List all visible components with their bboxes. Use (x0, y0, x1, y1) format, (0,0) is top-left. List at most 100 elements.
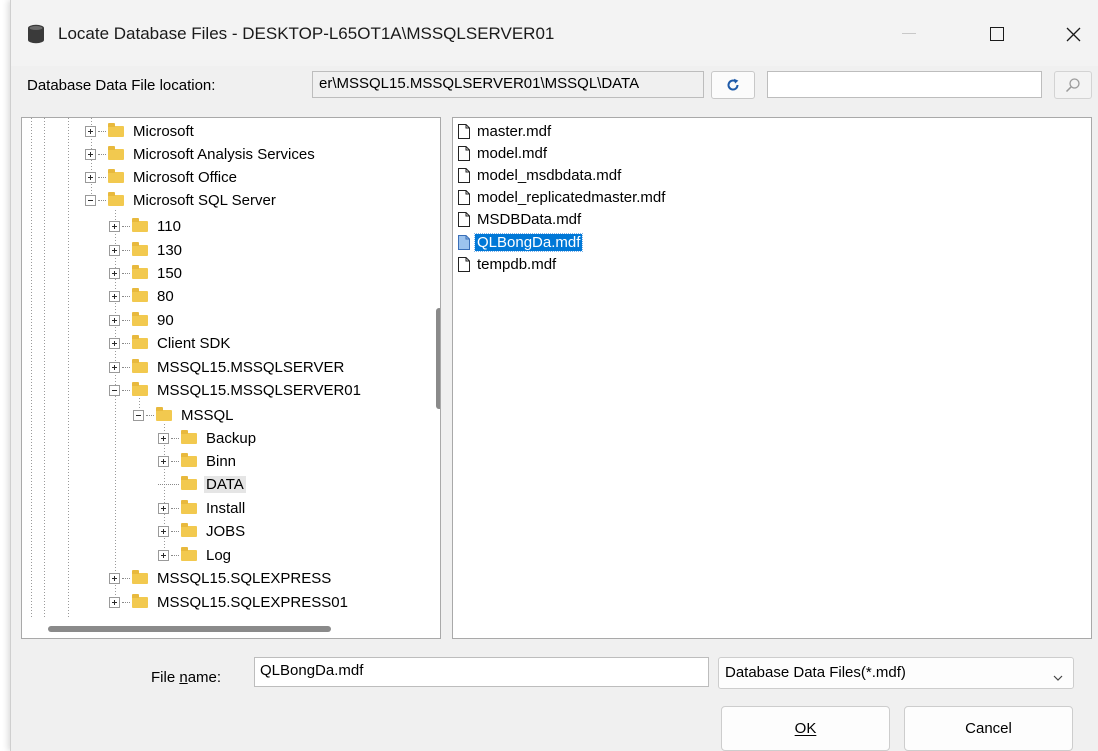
expand-icon[interactable] (109, 314, 120, 326)
maximize-button[interactable] (969, 14, 1025, 54)
tree-vertical-scrollbar[interactable] (436, 308, 440, 409)
tree-item[interactable]: Backup (158, 427, 258, 449)
expand-icon[interactable] (158, 432, 169, 444)
refresh-icon (727, 78, 739, 91)
folder-icon (132, 381, 148, 396)
file-icon (458, 212, 470, 228)
tree-connector (171, 437, 179, 439)
tree-item[interactable]: Microsoft SQL Server (85, 189, 278, 211)
tree-item-label: MSSQL15.MSSQLSERVER01 (157, 381, 361, 399)
tree-item-label: Client SDK (157, 334, 231, 352)
expand-icon[interactable] (158, 455, 169, 467)
file-list[interactable]: master.mdf model.mdf model_msdbdata.mdf mod… (452, 117, 1092, 639)
tree-item[interactable]: MSSQL15.SQLEXPRESS01 (109, 591, 350, 613)
expand-icon[interactable] (85, 125, 96, 137)
file-item[interactable]: tempdb.mdf (458, 253, 558, 275)
tree-item[interactable]: 90 (109, 309, 176, 331)
expand-icon[interactable] (109, 244, 120, 256)
folder-icon (132, 569, 148, 584)
refresh-button[interactable] (711, 71, 755, 99)
search-input[interactable] (767, 71, 1042, 98)
tree-item[interactable]: Client SDK (109, 332, 232, 354)
tree-item[interactable]: Microsoft Office (85, 166, 239, 188)
tree-item[interactable]: MSSQL (133, 404, 236, 426)
file-item[interactable]: QLBongDa.mdf (458, 231, 584, 253)
collapse-icon[interactable] (109, 384, 120, 396)
search-icon (1065, 78, 1080, 93)
tree-item[interactable]: MSSQL15.SQLEXPRESS (109, 567, 333, 589)
tree-item[interactable]: Log (158, 544, 233, 566)
tree-item-label: 80 (157, 287, 174, 305)
tree-item[interactable]: JOBS (158, 520, 247, 542)
folder-icon (132, 241, 148, 256)
tree-item[interactable]: MSSQL15.MSSQLSERVER (109, 356, 346, 378)
file-name-label: File name: (151, 669, 222, 686)
minimize-icon (902, 33, 916, 34)
expand-icon[interactable] (85, 171, 96, 183)
tree-item[interactable]: DATA (158, 473, 246, 495)
file-name-input[interactable]: QLBongDa.mdf (254, 657, 709, 687)
ok-button[interactable]: OK (721, 706, 890, 751)
cancel-label: Cancel (965, 720, 1012, 737)
expand-icon[interactable] (109, 596, 120, 608)
tree-item[interactable]: Microsoft (85, 120, 196, 142)
minimize-button[interactable] (881, 14, 937, 54)
folder-tree[interactable]: Microsoft Microsoft Analysis Services Micr… (21, 117, 441, 639)
tree-item[interactable]: MSSQL15.MSSQLSERVER01 (109, 379, 363, 401)
collapse-icon[interactable] (85, 194, 96, 206)
file-item[interactable]: model_msdbdata.mdf (458, 164, 623, 186)
tree-item-label: DATA (204, 475, 246, 493)
file-icon (458, 167, 470, 183)
tree-item[interactable]: Install (158, 497, 247, 519)
tree-item[interactable]: 80 (109, 285, 176, 307)
title-bar[interactable]: Locate Database Files - DESKTOP-L65OT1A\… (11, 0, 1098, 66)
folder-icon (181, 452, 197, 467)
tree-connector (122, 249, 130, 251)
tree-item[interactable]: 130 (109, 239, 184, 261)
expand-icon[interactable] (158, 525, 169, 537)
file-icon (458, 123, 470, 139)
tree-item-label: 150 (157, 264, 183, 282)
file-icon (458, 190, 470, 206)
file-item-label: tempdb.mdf (477, 255, 557, 273)
tree-item-label: MSSQL15.SQLEXPRESS (157, 569, 332, 587)
tree-item[interactable]: Microsoft Analysis Services (85, 143, 317, 165)
close-button[interactable] (1045, 14, 1098, 54)
file-item[interactable]: model_replicatedmaster.mdf (458, 187, 667, 209)
maximize-icon (990, 27, 1004, 41)
tree-connector (122, 272, 130, 274)
file-icon (458, 234, 470, 250)
folder-icon (181, 546, 197, 561)
location-field[interactable]: er\MSSQL15.MSSQLSERVER01\MSSQL\DATA (312, 71, 704, 98)
file-item[interactable]: model.mdf (458, 142, 549, 164)
expand-icon[interactable] (109, 290, 120, 302)
tree-horizontal-scrollbar[interactable] (48, 626, 331, 632)
locate-database-files-dialog: Locate Database Files - DESKTOP-L65OT1A\… (10, 0, 1098, 751)
file-type-select[interactable]: Database Data Files(*.mdf) (718, 657, 1074, 689)
expand-icon[interactable] (109, 361, 120, 373)
tree-connector (98, 153, 106, 155)
collapse-icon[interactable] (133, 409, 144, 421)
cancel-button[interactable]: Cancel (904, 706, 1073, 751)
expand-icon[interactable] (109, 220, 120, 232)
expand-icon[interactable] (158, 549, 169, 561)
tree-connector (146, 414, 154, 416)
expand-icon[interactable] (109, 337, 120, 349)
expand-icon[interactable] (158, 502, 169, 514)
tree-connector (171, 530, 179, 532)
chevron-down-icon (1053, 668, 1063, 685)
tree-item-label: Microsoft (133, 122, 194, 140)
tree-item[interactable]: 150 (109, 262, 184, 284)
search-button[interactable] (1054, 71, 1092, 99)
tree-item[interactable]: 110 (109, 215, 183, 237)
tree-connector (122, 389, 130, 391)
file-item[interactable]: MSDBData.mdf (458, 209, 583, 231)
tree-connector (122, 577, 130, 579)
expand-icon[interactable] (109, 267, 120, 279)
expand-icon[interactable] (85, 148, 96, 160)
tree-item-label: MSSQL15.SQLEXPRESS01 (157, 593, 348, 611)
window-title: Locate Database Files - DESKTOP-L65OT1A\… (58, 24, 555, 43)
file-item[interactable]: master.mdf (458, 120, 553, 142)
expand-icon[interactable] (109, 572, 120, 584)
tree-item[interactable]: Binn (158, 450, 238, 472)
